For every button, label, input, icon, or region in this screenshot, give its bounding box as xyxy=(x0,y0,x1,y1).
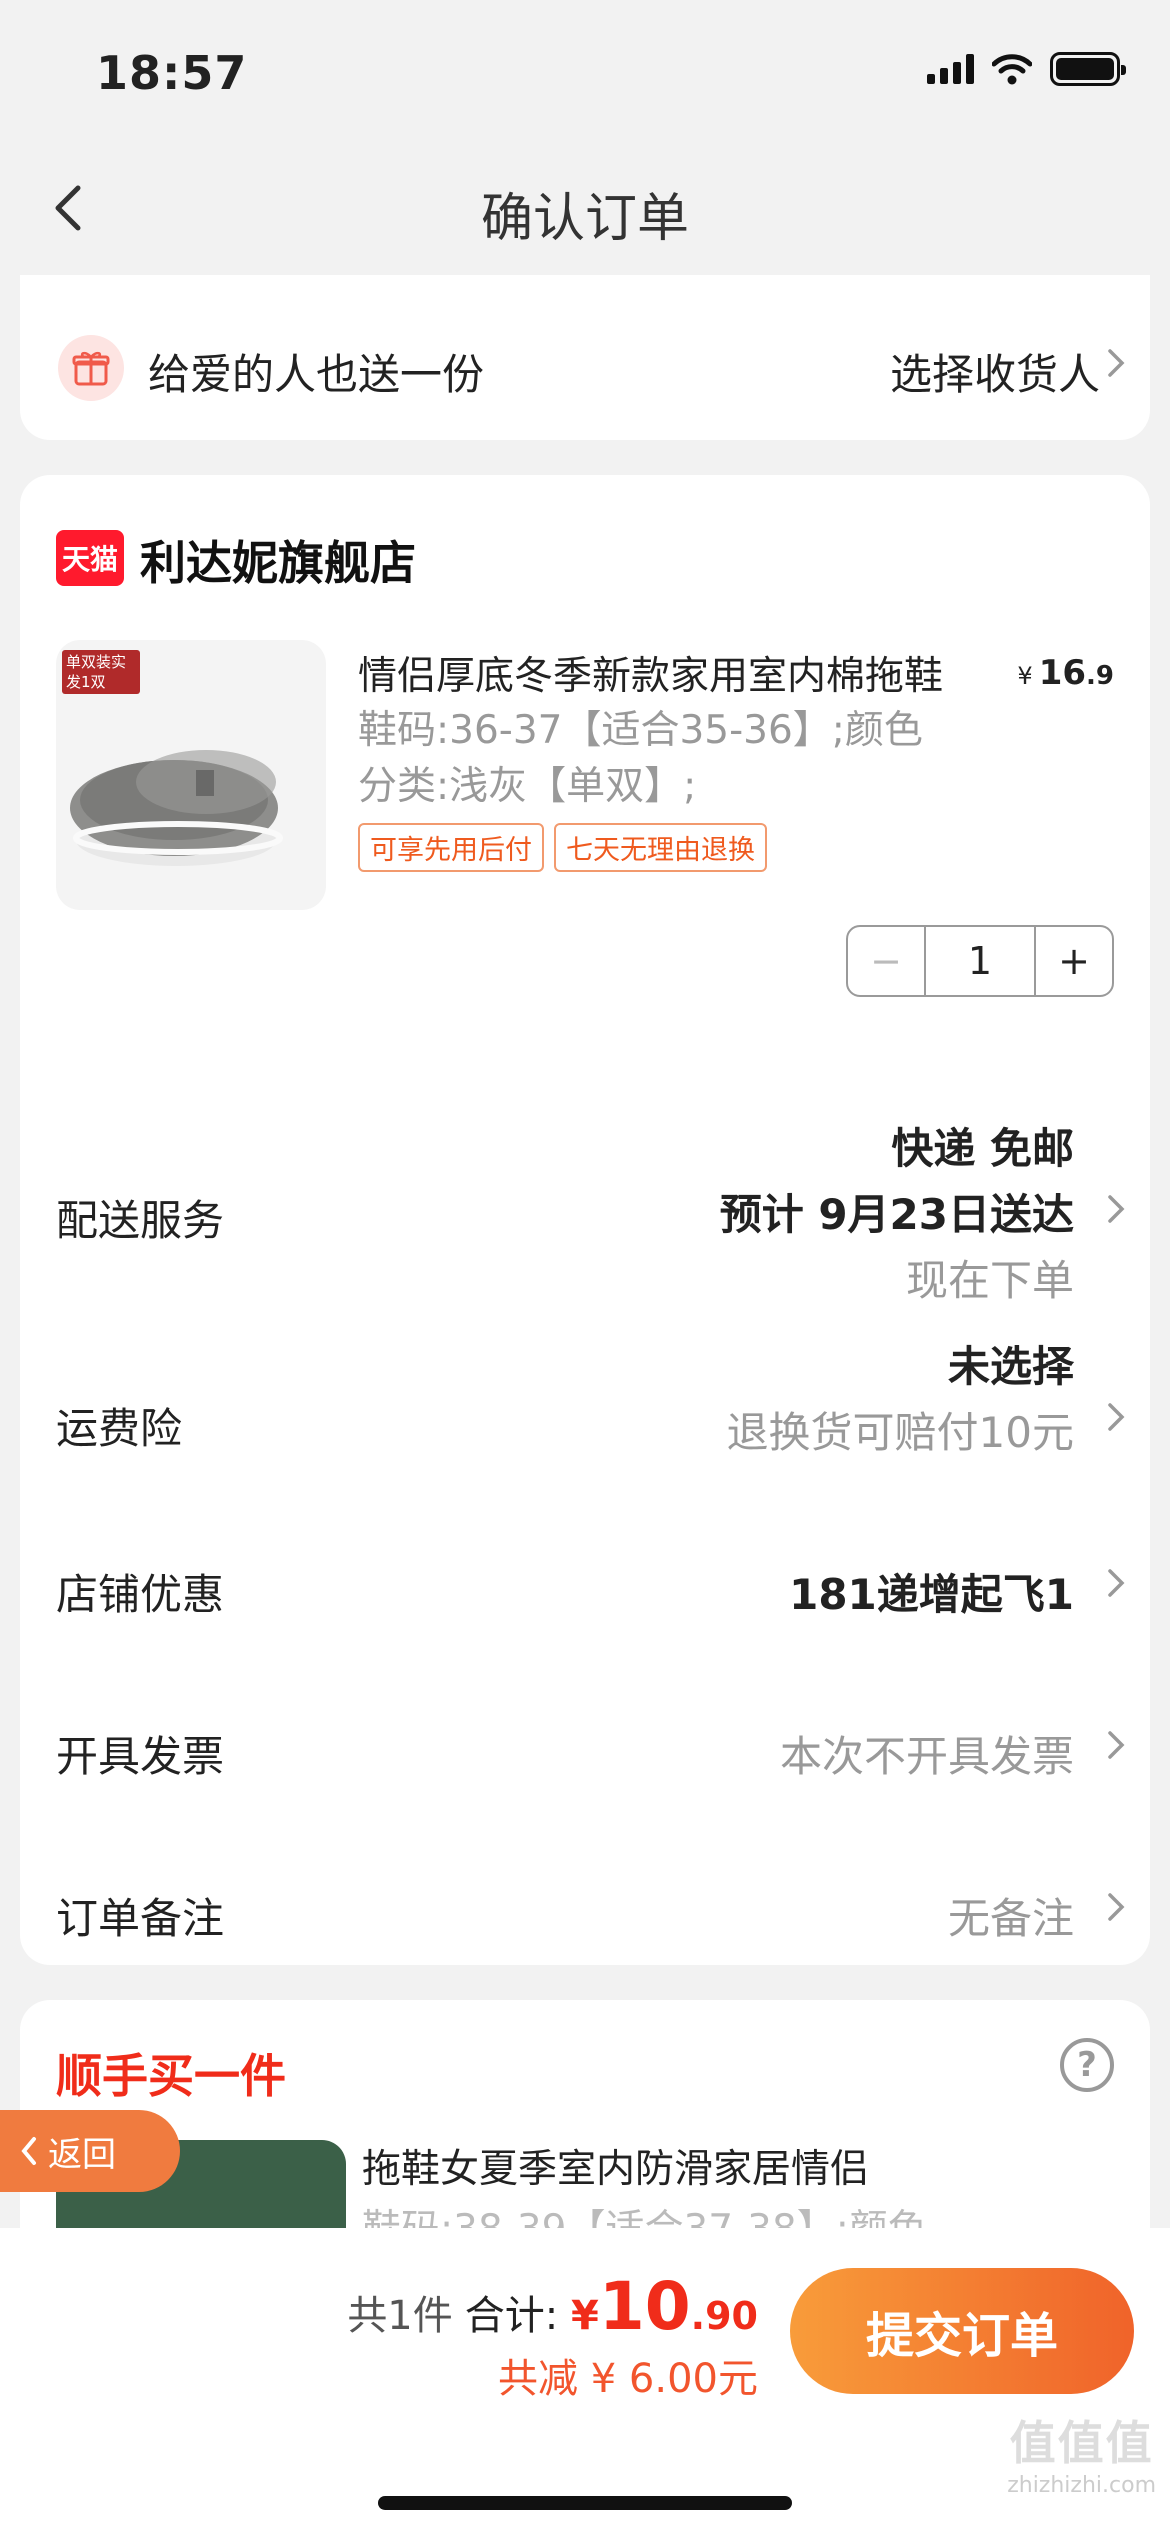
order-total: 共1件 合计: ¥10.90 xyxy=(347,2268,758,2345)
chevron-right-icon xyxy=(1108,1569,1125,1597)
chevron-right-icon xyxy=(1108,1403,1125,1431)
insurance-label: 运费险 xyxy=(56,1404,183,1453)
product-image[interactable]: 单双装实发1双 xyxy=(56,640,326,910)
battery-icon xyxy=(1050,52,1126,86)
pay-later-tag: 可享先用后付 xyxy=(358,823,544,872)
product-price: ¥16.9 xyxy=(1017,653,1114,693)
choose-recipient-link[interactable]: 选择收货人 xyxy=(890,341,1100,402)
watermark: 值值值 zhizhizhi.com xyxy=(1007,2416,1156,2498)
remark-label: 订单备注 xyxy=(56,1894,225,1943)
insurance-status: 未选择 xyxy=(947,1342,1074,1391)
submit-order-button[interactable]: 提交订单 xyxy=(790,2268,1134,2394)
invoice-value: 本次不开具发票 xyxy=(779,1732,1074,1781)
add-on-name[interactable]: 拖鞋女夏季室内防滑家居情侣 xyxy=(362,2138,869,2194)
nav-bar: 确认订单 xyxy=(0,150,1170,270)
chevron-right-icon xyxy=(1108,1731,1125,1759)
tmall-logo: 天猫 xyxy=(56,530,124,586)
gift-card[interactable]: 给爱的人也送一份 选择收货人 xyxy=(20,275,1150,440)
status-icons xyxy=(927,52,1126,86)
delivery-note: 现在下单 xyxy=(905,1256,1074,1305)
add-on-title: 顺手买一件 xyxy=(56,2049,286,2103)
chevron-right-icon xyxy=(1108,1195,1125,1223)
total-dec: .90 xyxy=(690,2294,758,2338)
checkout-bar: 共1件 合计: ¥10.90 共减 ¥ 6.00元 提交订单 值值值 zhizhiz… xyxy=(0,2228,1170,2532)
help-icon[interactable]: ? xyxy=(1060,2038,1114,2092)
product-title[interactable]: 情侣厚底冬季新款家用室内棉拖鞋 xyxy=(358,645,1018,701)
status-bar: 18:57 xyxy=(0,0,1170,150)
quantity-value[interactable]: 1 xyxy=(926,927,1034,995)
return-tag: 七天无理由退换 xyxy=(554,823,767,872)
decrease-button[interactable]: − xyxy=(848,927,926,995)
invoice-label: 开具发票 xyxy=(56,1732,225,1781)
discount-value: 181递增起飞1 xyxy=(789,1570,1074,1619)
chevron-right-icon xyxy=(1108,1893,1125,1921)
insurance-desc: 退换货可赔付10元 xyxy=(726,1408,1074,1457)
total-label: 合计: xyxy=(464,2293,559,2339)
gift-icon xyxy=(58,335,124,401)
product-sku[interactable]: 鞋码:36-37【适合35-36】;颜色分类:浅灰【单双】; xyxy=(358,703,958,815)
home-indicator[interactable] xyxy=(378,2496,792,2510)
increase-button[interactable]: + xyxy=(1034,927,1112,995)
floating-back-button[interactable]: 返回 xyxy=(0,2110,180,2192)
item-count: 共1件 xyxy=(347,2293,453,2339)
total-saving: 共减 ¥ 6.00元 xyxy=(498,2356,758,2402)
store-name[interactable]: 利达妮旗舰店 xyxy=(140,527,416,593)
discount-label: 店铺优惠 xyxy=(56,1570,225,1619)
total-int: 10 xyxy=(598,2268,691,2345)
delivery-label: 配送服务 xyxy=(56,1196,225,1245)
store-card: 天猫 利达妮旗舰店 单双装实发1双 情侣厚底冬季新款家用室内棉拖鞋 ¥16.9 … xyxy=(20,475,1150,1965)
chevron-left-icon xyxy=(21,2137,36,2165)
page-title: 确认订单 xyxy=(480,189,689,249)
wifi-icon xyxy=(992,54,1032,85)
service-tags: 可享先用后付 七天无理由退换 xyxy=(358,823,767,872)
delivery-eta: 预计 9月23日送达 xyxy=(719,1190,1074,1239)
gift-label: 给爱的人也送一份 xyxy=(148,350,485,399)
delivery-method: 快递 免邮 xyxy=(891,1124,1074,1173)
currency-symbol: ¥ xyxy=(570,2293,599,2339)
signal-icon xyxy=(927,54,974,84)
quantity-stepper: − 1 + xyxy=(846,925,1114,997)
status-time: 18:57 xyxy=(96,46,248,100)
remark-value: 无备注 xyxy=(947,1894,1074,1943)
chevron-right-icon xyxy=(1108,349,1125,377)
floating-back-label: 返回 xyxy=(48,2134,116,2175)
product-thumb-tag: 单双装实发1双 xyxy=(62,650,140,694)
